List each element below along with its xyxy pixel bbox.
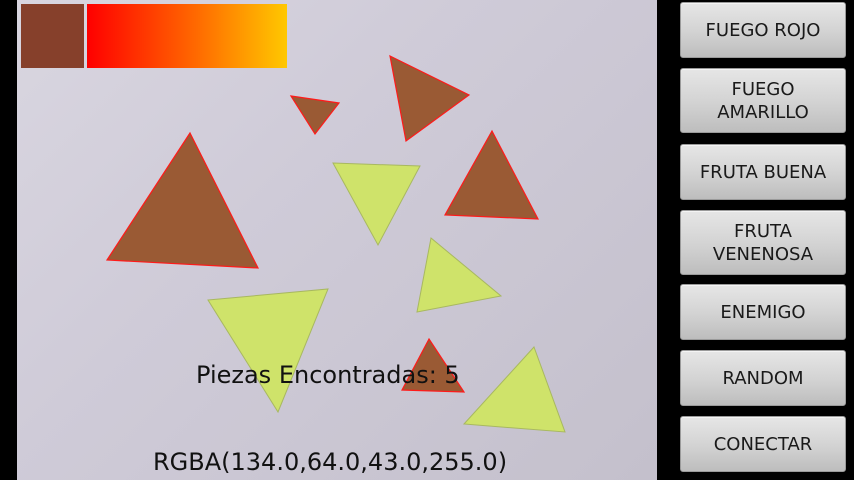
green-triangle — [462, 346, 566, 433]
random-button[interactable]: RANDOM — [680, 350, 846, 406]
camera-preview — [17, 0, 657, 480]
conectar-button[interactable]: CONECTAR — [680, 416, 846, 472]
green-triangle — [332, 162, 421, 247]
green-triangle — [416, 237, 503, 313]
fuego-amarillo-button[interactable]: FUEGO AMARILLO — [680, 68, 846, 133]
fuego-rojo-button[interactable]: FUEGO ROJO — [680, 2, 846, 58]
fruta-venenosa-button[interactable]: FRUTA VENENOSA — [680, 210, 846, 275]
pieces-found-label: Piezas Encontradas: 5 — [196, 361, 460, 389]
fruta-buena-button[interactable]: FRUTA BUENA — [680, 144, 846, 200]
detected-color-swatch — [21, 4, 84, 68]
button-panel: FUEGO ROJO FUEGO AMARILLO FRUTA BUENA FR… — [657, 0, 854, 480]
brown-triangle — [444, 129, 540, 220]
brown-triangle — [105, 131, 260, 269]
color-gradient-bar — [87, 4, 287, 68]
rgba-readout: RGBA(134.0,64.0,43.0,255.0) — [153, 448, 508, 476]
brown-triangle — [389, 54, 471, 143]
enemigo-button[interactable]: ENEMIGO — [680, 284, 846, 340]
brown-triangle — [289, 95, 341, 136]
green-triangle — [207, 288, 329, 414]
pieces-layer — [105, 54, 566, 433]
